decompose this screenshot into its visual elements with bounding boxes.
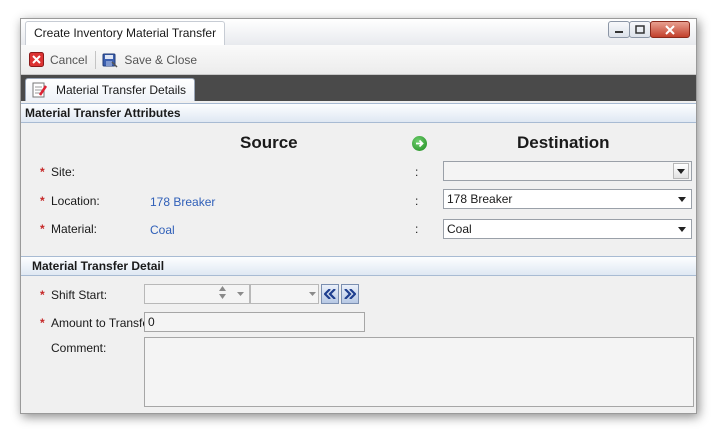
save-icon [102, 52, 118, 68]
amount-label: Amount to Transfer: [51, 316, 157, 330]
close-icon [665, 24, 675, 35]
save-close-label: Save & Close [124, 52, 198, 67]
double-chevron-right-icon [344, 289, 356, 299]
window-title: Create Inventory Material Transfer [25, 21, 226, 45]
cancel-icon [29, 52, 44, 67]
shift-date-input[interactable] [144, 284, 250, 304]
source-heading: Source [240, 133, 298, 152]
separator: : [415, 165, 419, 179]
tab-material-transfer-details[interactable]: Material Transfer Details [25, 78, 196, 101]
amount-input[interactable]: 0 [144, 312, 365, 332]
maximize-icon [635, 25, 645, 34]
cancel-button[interactable]: Cancel [29, 52, 87, 67]
cancel-label: Cancel [50, 52, 88, 67]
previous-shift-button[interactable] [321, 284, 339, 304]
required-marker: * [40, 288, 45, 302]
tab-label: Material Transfer Details [56, 83, 187, 97]
shift-start-label: Shift Start: [51, 288, 108, 302]
required-marker: * [40, 165, 45, 179]
destination-location-select[interactable]: 178 Breaker [443, 189, 692, 209]
spin-down-icon[interactable] [219, 294, 226, 299]
maximize-button[interactable] [629, 21, 651, 38]
comment-textarea[interactable] [144, 337, 694, 407]
chevron-down-icon[interactable] [673, 163, 689, 179]
transfer-window: Create Inventory Material Transfer Cance… [20, 18, 697, 414]
attributes-section-header: Material Transfer Attributes [21, 103, 696, 123]
separator: : [415, 194, 419, 208]
comment-label: Comment: [51, 341, 107, 355]
toolbar-divider [95, 50, 97, 69]
minimize-button[interactable] [608, 21, 630, 38]
required-marker: * [40, 316, 45, 330]
form-edit-icon [32, 82, 48, 98]
source-location-value: 178 Breaker [150, 195, 216, 209]
toolbar: Cancel Save & Close [21, 45, 696, 75]
destination-location-value: 178 Breaker [447, 192, 513, 206]
next-shift-button[interactable] [341, 284, 359, 304]
chevron-down-icon[interactable] [309, 292, 316, 296]
destination-heading: Destination [517, 133, 610, 152]
source-material-value: Coal [150, 223, 175, 237]
material-label: Material: [51, 222, 98, 236]
date-stepper[interactable] [219, 286, 226, 299]
site-label: Site: [51, 165, 76, 179]
destination-site-select[interactable] [443, 161, 692, 181]
separator: : [415, 222, 419, 236]
chevron-down-icon[interactable] [674, 191, 690, 207]
title-bar: Create Inventory Material Transfer [21, 19, 696, 45]
form-content: Material Transfer Attributes Source Dest… [21, 101, 696, 413]
detail-section-header: Material Transfer Detail [21, 256, 696, 276]
window-controls [608, 21, 690, 38]
chevron-down-icon[interactable] [237, 292, 244, 296]
tab-strip: Material Transfer Details [21, 75, 696, 101]
close-button[interactable] [650, 21, 690, 38]
required-marker: * [40, 194, 45, 208]
spin-up-icon[interactable] [219, 286, 226, 291]
required-marker: * [40, 222, 45, 236]
minimize-icon [615, 30, 623, 33]
destination-material-value: Coal [447, 222, 472, 236]
location-label: Location: [51, 194, 100, 208]
save-close-button[interactable]: Save & Close [102, 52, 197, 68]
double-chevron-left-icon [324, 289, 336, 299]
chevron-down-icon[interactable] [674, 221, 690, 237]
destination-material-select[interactable]: Coal [443, 219, 692, 239]
arrow-right-icon [412, 136, 427, 151]
